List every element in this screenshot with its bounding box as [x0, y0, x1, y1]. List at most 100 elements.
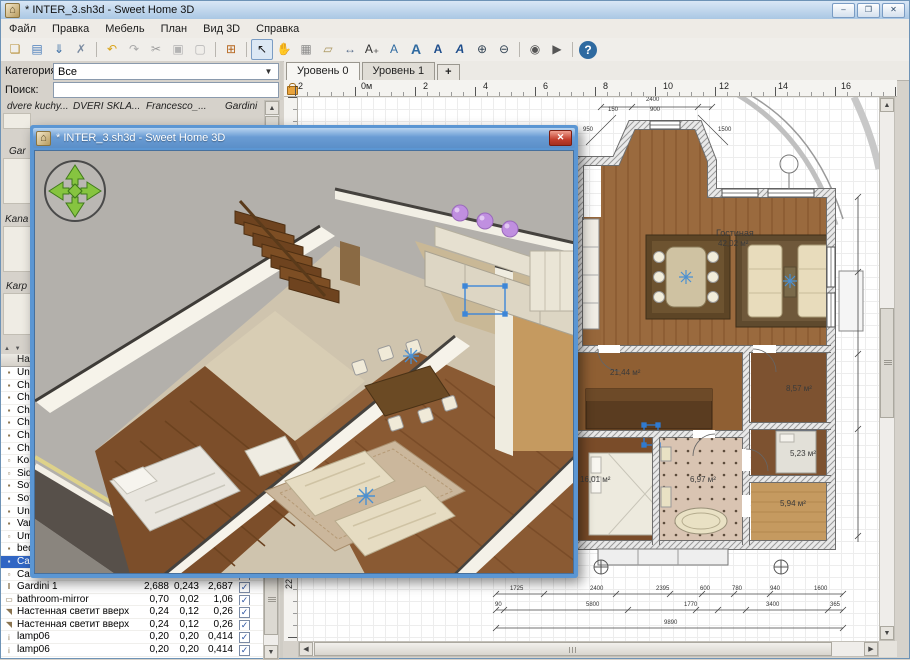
pan-icon[interactable]: ✋: [273, 39, 295, 60]
redo-icon[interactable]: ↷: [123, 39, 145, 60]
3d-view[interactable]: [34, 150, 574, 574]
furniture-icon: ▪: [3, 444, 15, 453]
furniture-row[interactable]: ▭ bathroom-mirror 0,70 0,02 1,06 ✓: [1, 594, 263, 607]
room-label: 16,01 м²: [580, 475, 610, 484]
furniture-icon: ▪: [3, 406, 15, 415]
plan-horizontal-scrollbar[interactable]: ◀ ▶: [298, 641, 879, 657]
catalog-item-label[interactable]: Karp: [6, 281, 27, 292]
add-furniture-icon[interactable]: ⊞: [220, 39, 242, 60]
toolbar-icon[interactable]: [92, 39, 101, 60]
menu-plan[interactable]: План: [153, 21, 196, 37]
furniture-row[interactable]: ‖ Gardini 1 2,688 0,243 2,687 ✓: [1, 581, 263, 594]
restore-button[interactable]: ❐: [857, 3, 880, 18]
help-icon[interactable]: ?: [579, 41, 597, 59]
paste-icon[interactable]: ▢: [189, 39, 211, 60]
create-rooms-icon[interactable]: ▱: [317, 39, 339, 60]
visible-checkbox[interactable]: ✓: [239, 645, 250, 656]
dimension-label: 5800: [586, 602, 599, 608]
catalog-item-label[interactable]: DVERI SKLA...: [73, 101, 140, 112]
category-dropdown[interactable]: Все ▼: [53, 63, 279, 80]
italic-icon[interactable]: A: [449, 39, 471, 60]
create-walls-icon[interactable]: ▦: [295, 39, 317, 60]
menu-3d-view[interactable]: Вид 3D: [195, 21, 248, 37]
furniture-row[interactable]: ◥ Настенная светит вверх 0,24 0,12 0,26 …: [1, 606, 263, 619]
splitter-down-icon[interactable]: ▼: [15, 346, 21, 352]
furniture-depth: 0,12: [171, 606, 199, 617]
search-label: Поиск:: [5, 84, 39, 96]
plan-vertical-scrollbar[interactable]: ▲ ▼: [879, 97, 895, 641]
copy-icon[interactable]: ▣: [167, 39, 189, 60]
add-level-button[interactable]: +: [437, 64, 459, 80]
3d-navigation-compass[interactable]: [45, 161, 105, 221]
menu-edit[interactable]: Правка: [44, 21, 97, 37]
room-label: 8,57 м²: [786, 384, 812, 393]
catalog-item-label[interactable]: Kana: [5, 214, 28, 225]
visible-checkbox[interactable]: ✓: [239, 582, 250, 593]
scroll-down-icon[interactable]: ▼: [880, 626, 894, 640]
furniture-height: 1,06: [201, 594, 233, 605]
scroll-up-icon[interactable]: ▲: [880, 98, 894, 112]
create-dimensions-icon[interactable]: ↔: [339, 39, 361, 60]
furniture-icon: ▪: [3, 481, 15, 490]
furniture-row[interactable]: ◥ Настенная светит вверх 0,24 0,12 0,26 …: [1, 619, 263, 632]
visible-checkbox[interactable]: ✓: [239, 595, 250, 606]
video-icon[interactable]: ▶: [546, 39, 568, 60]
bold-icon[interactable]: A: [427, 39, 449, 60]
decrease-text-size-icon[interactable]: A: [383, 39, 405, 60]
toolbar-icon[interactable]: [568, 39, 577, 60]
tab-level-0[interactable]: Уровень 0: [286, 62, 360, 81]
catalog-thumbnail[interactable]: [3, 158, 31, 204]
toolbar-icon[interactable]: [515, 39, 524, 60]
photo-icon[interactable]: ◉: [524, 39, 546, 60]
preferences-icon[interactable]: ✗: [70, 39, 92, 60]
room-label: 21,44 м²: [610, 368, 640, 377]
scrollbar-thumb[interactable]: [314, 642, 832, 656]
scroll-left-icon[interactable]: ◀: [299, 642, 313, 656]
3d-view-window[interactable]: ⌂ * INTER_3.sh3d - Sweet Home 3D ✕: [30, 125, 578, 578]
catalog-thumbnail[interactable]: [3, 293, 31, 335]
save-icon[interactable]: ⇓: [48, 39, 70, 60]
catalog-item-label[interactable]: dvere kuchy...: [7, 101, 69, 112]
select-icon[interactable]: ↖: [251, 39, 273, 60]
visible-checkbox[interactable]: ✓: [239, 607, 250, 618]
scroll-right-icon[interactable]: ▶: [864, 642, 878, 656]
furniture-row[interactable]: ¡ lamp06 0,20 0,20 0,414 ✓: [1, 644, 263, 657]
visible-checkbox[interactable]: ✓: [239, 632, 250, 643]
menu-furniture[interactable]: Мебель: [97, 21, 152, 37]
3d-window-title-bar[interactable]: ⌂ * INTER_3.sh3d - Sweet Home 3D ✕: [33, 128, 575, 148]
scroll-down-icon[interactable]: ▼: [264, 645, 278, 659]
close-button[interactable]: ✕: [882, 3, 905, 18]
furniture-height: 0,414: [201, 644, 233, 655]
ruler-mark: 6: [543, 81, 548, 91]
visible-checkbox[interactable]: ✓: [239, 620, 250, 631]
add-text-icon[interactable]: A₊: [361, 39, 383, 60]
open-icon[interactable]: ▤: [26, 39, 48, 60]
splitter-up-icon[interactable]: ▲: [4, 346, 10, 352]
cut-icon[interactable]: ✂: [145, 39, 167, 60]
menu-file[interactable]: Файл: [1, 21, 44, 37]
minimize-button[interactable]: –: [832, 3, 855, 18]
new-document-icon[interactable]: ❏: [4, 39, 26, 60]
catalog-thumbnail[interactable]: [3, 226, 31, 272]
undo-icon[interactable]: ↶: [101, 39, 123, 60]
furniture-row[interactable]: ¡ lamp06 0,20 0,20 0,414 ✓: [1, 631, 263, 644]
furniture-icon: ▫: [3, 532, 15, 541]
scroll-up-icon[interactable]: ▲: [265, 101, 279, 115]
catalog-item-label[interactable]: Gardini: [225, 101, 257, 112]
catalog-thumbnail[interactable]: [3, 113, 31, 129]
tab-level-1[interactable]: Уровень 1: [362, 62, 436, 80]
close-icon[interactable]: ✕: [549, 130, 572, 146]
furniture-width: 2,688: [133, 581, 169, 592]
menu-help[interactable]: Справка: [248, 21, 307, 37]
zoom-out-icon[interactable]: ⊖: [493, 39, 515, 60]
catalog-item-label[interactable]: Francesco_...: [146, 101, 207, 112]
horizontal-ruler: -20м246810121416: [284, 80, 897, 97]
catalog-item-label[interactable]: Gar: [9, 146, 26, 157]
zoom-in-icon[interactable]: ⊕: [471, 39, 493, 60]
toolbar-icon[interactable]: [211, 39, 220, 60]
search-input[interactable]: [53, 82, 279, 98]
increase-text-size-icon[interactable]: A: [405, 39, 427, 60]
room-label: 5,23 м²: [790, 449, 816, 458]
furniture-depth: 0,20: [171, 631, 199, 642]
toolbar-icon[interactable]: [242, 39, 251, 60]
